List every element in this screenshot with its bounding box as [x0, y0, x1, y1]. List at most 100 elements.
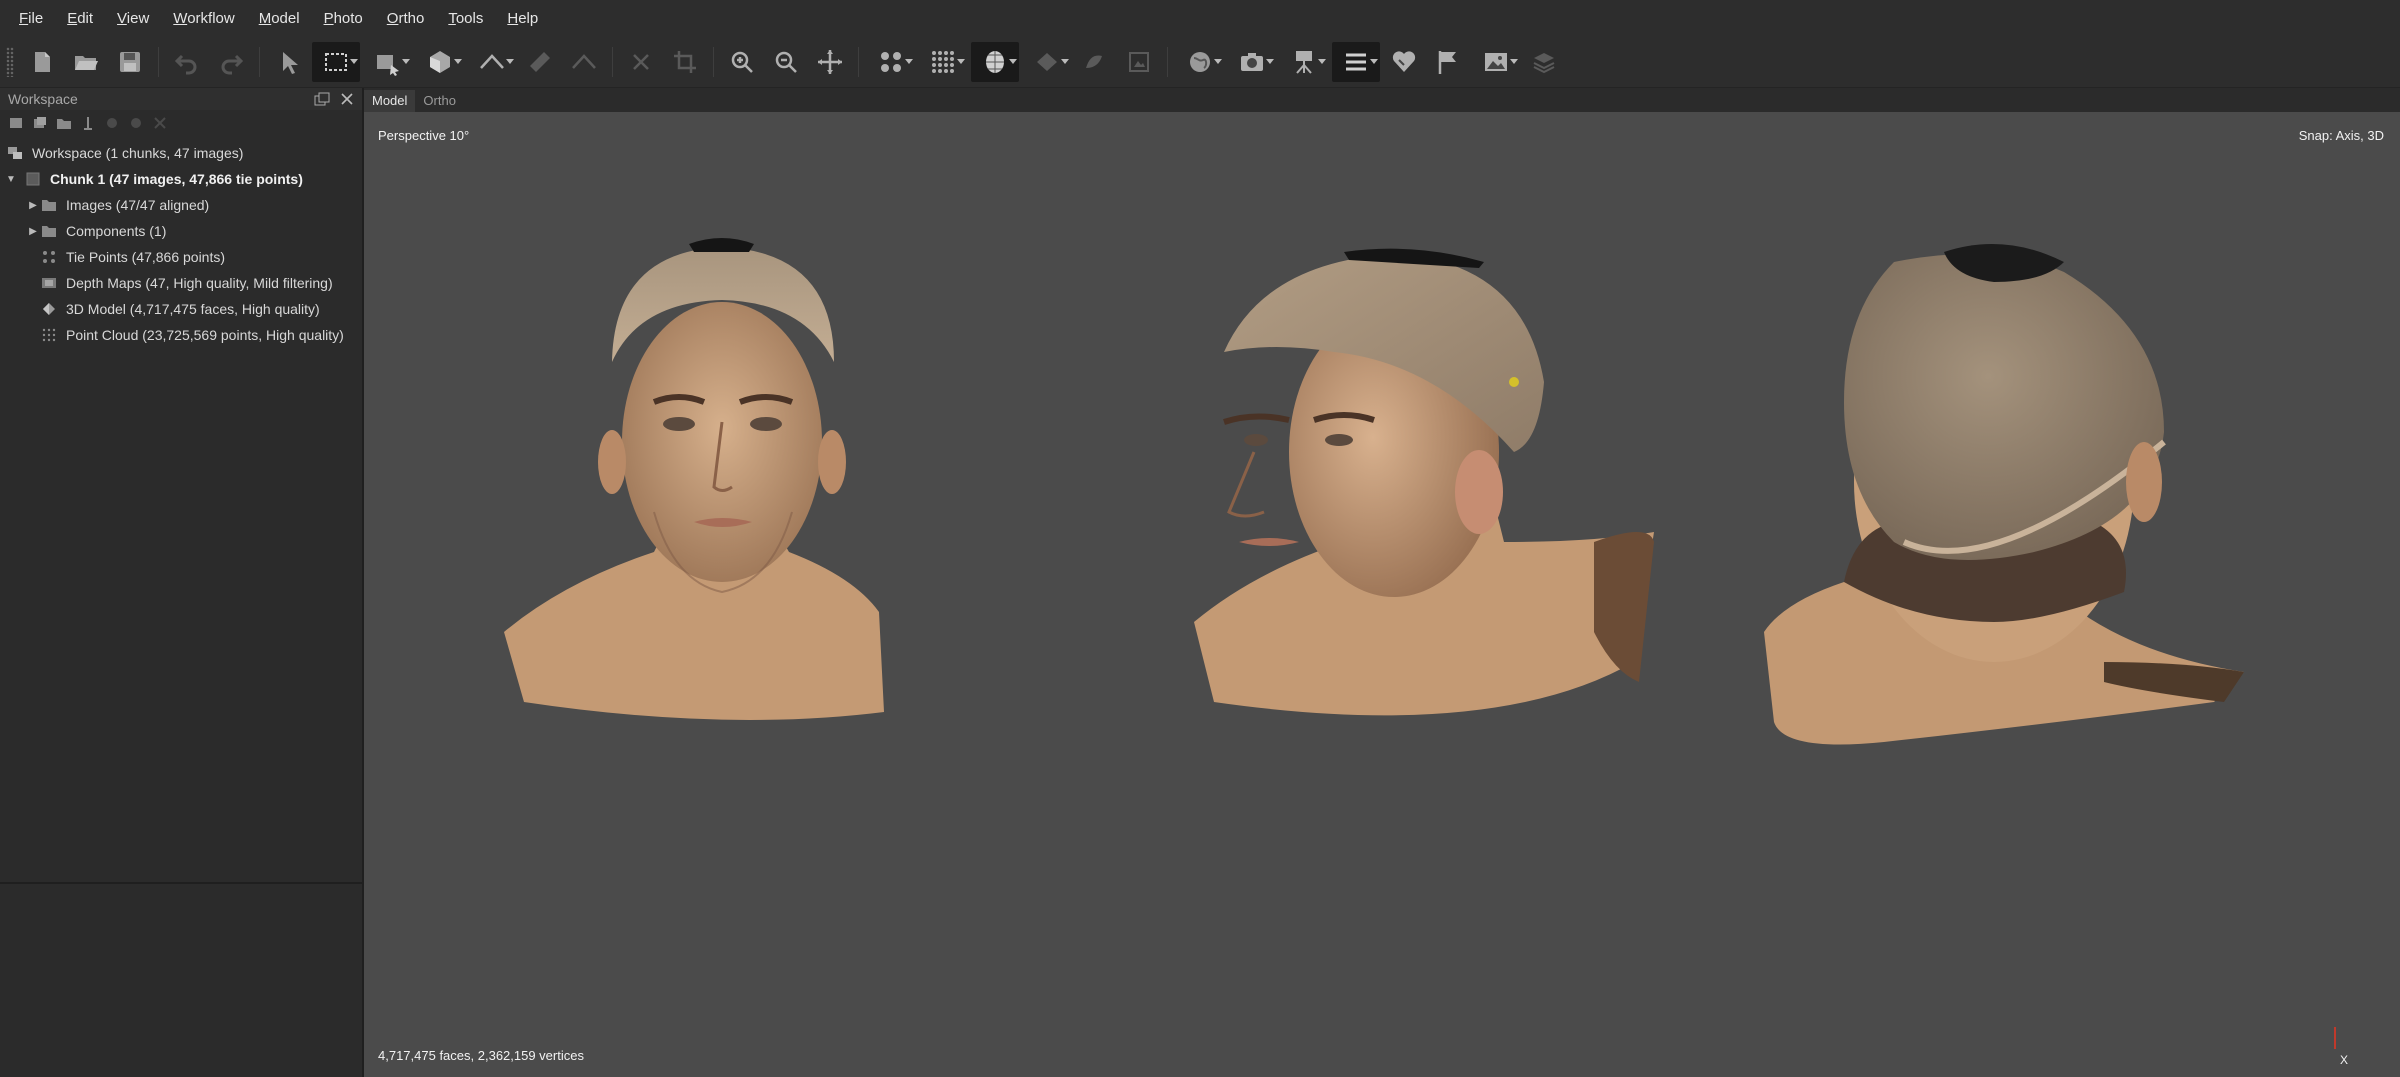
- tree-item-tie-points[interactable]: Tie Points (47,866 points): [0, 244, 362, 270]
- redo-button[interactable]: [211, 42, 251, 82]
- add-photos-icon[interactable]: [32, 115, 48, 131]
- toolbar-separator: [158, 47, 159, 77]
- tree-item-workspace[interactable]: Workspace (1 chunks, 47 images): [0, 140, 362, 166]
- close-icon: [633, 54, 649, 70]
- heart-shape-icon: [1392, 51, 1416, 72]
- folder-icon: [40, 223, 58, 239]
- tree-item-images[interactable]: ▶ Images (47/47 aligned): [0, 192, 362, 218]
- menu-tools[interactable]: Tools: [436, 0, 495, 37]
- close-icon[interactable]: [340, 92, 354, 106]
- chevron-down-icon: [1318, 59, 1326, 64]
- menu-help[interactable]: Help: [495, 0, 550, 37]
- menu-ortho[interactable]: Ortho: [375, 0, 437, 37]
- tab-ortho[interactable]: Ortho: [415, 90, 464, 112]
- cursor-arrow-icon: [283, 52, 298, 74]
- tab-model[interactable]: Model: [364, 90, 416, 112]
- orthomosaic-icon: [1129, 52, 1149, 72]
- show-dem-button[interactable]: [1075, 42, 1115, 82]
- save-project-button[interactable]: [110, 42, 150, 82]
- head-model-three-quarter-view: [1194, 248, 1654, 716]
- capture-view-button[interactable]: [1228, 42, 1276, 82]
- rectangle-select-icon: [325, 53, 347, 71]
- snap-label: Snap: Axis, 3D: [2298, 128, 2384, 143]
- depth-maps-icon: [40, 275, 58, 291]
- show-markers-button[interactable]: [1280, 42, 1328, 82]
- reset-view-button[interactable]: [810, 42, 850, 82]
- toolbar-separator: [1167, 47, 1168, 77]
- model-viewport[interactable]: Perspective 10° Snap: Axis, 3D 4,717,475…: [364, 112, 2400, 1077]
- tiled-model-icon: [1037, 53, 1057, 71]
- new-project-button[interactable]: [22, 42, 62, 82]
- undock-icon[interactable]: [314, 92, 330, 106]
- axis-x-label: X: [2339, 1053, 2348, 1067]
- show-model-button[interactable]: [971, 42, 1019, 82]
- show-images-button[interactable]: [1472, 42, 1520, 82]
- workspace-tree: Workspace (1 chunks, 47 images) ▼ Chunk …: [0, 136, 362, 348]
- add-marker-icon[interactable]: [80, 115, 96, 131]
- show-region-button[interactable]: [1524, 42, 1564, 82]
- tree-item-depth-maps[interactable]: Depth Maps (47, High quality, Mild filte…: [0, 270, 362, 296]
- show-orthomosaic-button[interactable]: [1119, 42, 1159, 82]
- model-shaded-icon: [986, 51, 1004, 73]
- draw-polyline-button[interactable]: [468, 42, 516, 82]
- tree-item-label: Point Cloud (23,725,569 points, High qua…: [66, 327, 344, 343]
- view-tabs: Model Ortho: [364, 88, 2400, 112]
- disabled-tool-icon[interactable]: [128, 115, 144, 131]
- dense-points-icon: [932, 51, 954, 73]
- collapse-arrow-icon[interactable]: ▼: [4, 174, 18, 185]
- draw-line-button[interactable]: [564, 42, 604, 82]
- crop-selection-button[interactable]: [665, 42, 705, 82]
- chevron-down-icon: [350, 59, 358, 64]
- camera-icon: [1241, 53, 1263, 71]
- show-tiled-model-button[interactable]: [1023, 42, 1071, 82]
- menu-file[interactable]: File: [0, 0, 55, 37]
- rectangle-selection-button[interactable]: [312, 42, 360, 82]
- resize-region-button[interactable]: [364, 42, 412, 82]
- point-cloud-icon: [40, 327, 58, 343]
- ruler-button[interactable]: [520, 42, 560, 82]
- workspace-icon: [6, 145, 24, 161]
- menu-model[interactable]: Model: [247, 0, 312, 37]
- delete-selection-button[interactable]: [621, 42, 661, 82]
- show-point-cloud-button[interactable]: [919, 42, 967, 82]
- region-icon: [377, 55, 399, 76]
- menu-photo[interactable]: Photo: [312, 0, 375, 37]
- show-cameras-button[interactable]: [867, 42, 915, 82]
- show-flags-button[interactable]: [1428, 42, 1468, 82]
- chevron-down-icon: [454, 59, 462, 64]
- undo-button[interactable]: [167, 42, 207, 82]
- open-project-button[interactable]: [66, 42, 106, 82]
- add-folder-icon[interactable]: [56, 115, 72, 131]
- disabled-tool-icon[interactable]: [104, 115, 120, 131]
- tree-item-chunk[interactable]: ▼ Chunk 1 (47 images, 47,866 tie points): [0, 166, 362, 192]
- toolbar-grip[interactable]: [6, 47, 14, 77]
- navigation-button[interactable]: [268, 42, 308, 82]
- tree-item-3d-model[interactable]: 3D Model (4,717,475 faces, High quality): [0, 296, 362, 322]
- projection-label: Perspective 10°: [378, 128, 470, 143]
- add-chunk-icon[interactable]: [8, 115, 24, 131]
- zoom-out-button[interactable]: [766, 42, 806, 82]
- expand-arrow-icon[interactable]: ▶: [26, 226, 40, 237]
- tree-item-label: Tie Points (47,866 points): [66, 249, 226, 265]
- chevron-down-icon: [1061, 59, 1069, 64]
- zoom-out-icon: [775, 51, 797, 73]
- rotate-object-button[interactable]: [416, 42, 464, 82]
- remove-item-icon[interactable]: [152, 115, 168, 131]
- menu-workflow[interactable]: Workflow: [161, 0, 246, 37]
- pane-splitter[interactable]: [0, 882, 362, 884]
- menu-view[interactable]: View: [105, 0, 161, 37]
- workspace-title: Workspace: [8, 91, 78, 107]
- zoom-in-button[interactable]: [722, 42, 762, 82]
- show-basemap-button[interactable]: [1176, 42, 1224, 82]
- chevron-down-icon: [905, 59, 913, 64]
- show-layers-button[interactable]: [1332, 42, 1380, 82]
- tree-item-components[interactable]: ▶ Components (1): [0, 218, 362, 244]
- menu-edit[interactable]: Edit: [55, 0, 105, 37]
- chevron-down-icon: [1214, 59, 1222, 64]
- expand-arrow-icon[interactable]: ▶: [26, 200, 40, 211]
- tree-item-label: Chunk 1 (47 images, 47,866 tie points): [50, 171, 303, 187]
- show-shapes-button[interactable]: [1384, 42, 1424, 82]
- chevron-down-icon: [957, 59, 965, 64]
- tree-item-point-cloud[interactable]: Point Cloud (23,725,569 points, High qua…: [0, 322, 362, 348]
- folder-open-icon: [75, 56, 98, 70]
